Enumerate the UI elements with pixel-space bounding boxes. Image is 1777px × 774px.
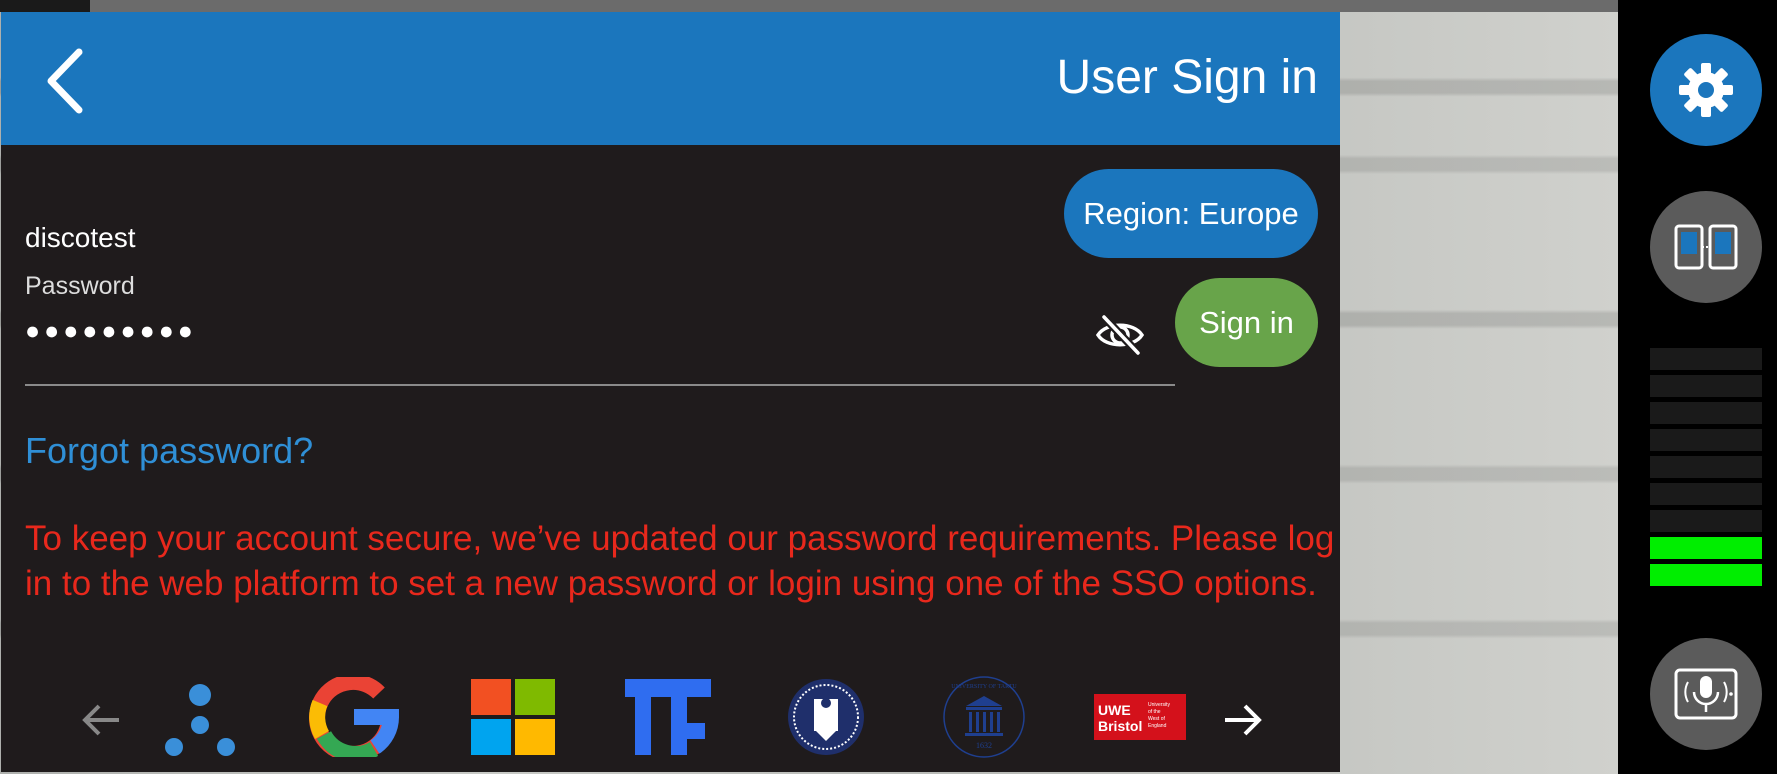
google-logo[interactable] (307, 674, 401, 760)
level-segment-active (1650, 537, 1762, 559)
svg-text:UNIVERSITY OF TARTU: UNIVERSITY OF TARTU (951, 684, 1017, 690)
level-segment (1650, 348, 1762, 370)
svg-text:West of: West of (1148, 716, 1165, 722)
microphone-tablet-icon[interactable] (1650, 638, 1762, 750)
password-field[interactable]: ●●●●●●●●● (25, 317, 197, 346)
level-segment-active (1650, 564, 1762, 586)
level-segment (1650, 483, 1762, 505)
microsoft-logo[interactable] (466, 674, 560, 760)
arrow-right-icon[interactable] (1221, 698, 1265, 742)
tf-logo[interactable] (622, 674, 716, 760)
eye-off-icon[interactable] (1094, 309, 1146, 361)
university-seal-logo[interactable] (779, 674, 873, 760)
top-strip (0, 0, 1618, 12)
svg-text:of the: of the (1148, 709, 1161, 715)
sso-providers: 1632 UNIVERSITY OF TARTU UWE Bristol Uni… (1, 670, 1340, 770)
svg-text:1632: 1632 (976, 741, 992, 750)
arrow-left-icon[interactable] (79, 698, 123, 742)
svg-text:Bristol: Bristol (1098, 718, 1142, 734)
dialog-header: User Sign in (1, 12, 1340, 145)
dual-device-icon[interactable] (1650, 191, 1762, 303)
svg-text:UWE: UWE (1098, 702, 1131, 718)
forgot-password-link[interactable]: Forgot password? (25, 430, 313, 472)
sign-in-dialog: User Sign in discotest Password ●●●●●●●●… (1, 12, 1340, 772)
svg-text:England: England (1148, 723, 1167, 729)
username-field[interactable]: discotest (25, 222, 136, 254)
level-segment (1650, 402, 1762, 424)
gear-icon[interactable] (1650, 34, 1762, 146)
back-icon[interactable] (41, 46, 101, 116)
level-segment (1650, 375, 1762, 397)
svg-text:University: University (1148, 702, 1170, 708)
page-title: User Sign in (1056, 51, 1318, 104)
password-warning: To keep your account secure, we’ve updat… (25, 519, 1335, 603)
password-underline (25, 384, 1175, 386)
level-segment (1650, 429, 1762, 451)
level-segment (1650, 456, 1762, 478)
uwe-bristol-logo[interactable]: UWE Bristol University of the West of En… (1094, 674, 1186, 760)
region-button[interactable]: Region: Europe (1064, 169, 1318, 258)
university-of-tartu-logo[interactable]: 1632 UNIVERSITY OF TARTU (937, 674, 1031, 760)
sign-in-button[interactable]: Sign in (1175, 278, 1318, 367)
level-segment (1650, 510, 1762, 532)
triangle-dots-logo[interactable] (153, 674, 247, 760)
right-sidebar (1618, 0, 1777, 774)
password-label: Password (25, 272, 135, 300)
